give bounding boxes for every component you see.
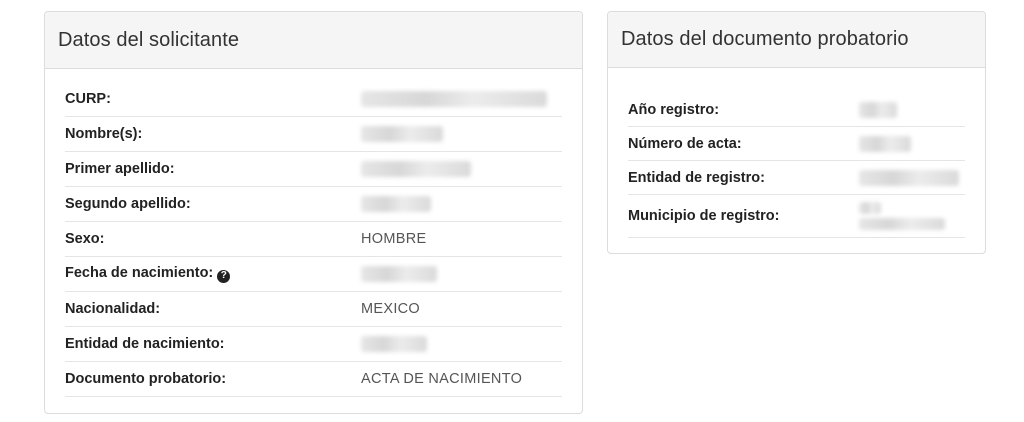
redacted-value — [859, 169, 959, 186]
redacted-value — [361, 336, 427, 353]
field-label-curp: CURP: — [65, 91, 111, 107]
field-row-documento-probatorio: Documento probatorio: ACTA DE NACIMIENTO — [65, 362, 562, 397]
field-row-segundo-apellido: Segundo apellido: — [65, 187, 562, 222]
field-label-documento-probatorio: Documento probatorio: — [65, 371, 227, 387]
redacted-value — [361, 266, 437, 283]
field-label-municipio-registro: Municipio de registro: — [628, 208, 780, 224]
documento-panel-title: Datos del documento probatorio — [608, 12, 985, 68]
redacted-value — [859, 101, 897, 118]
field-row-entidad-registro: Entidad de registro: — [628, 161, 965, 195]
field-value-segundo-apellido — [361, 196, 431, 213]
redacted-value — [859, 135, 911, 152]
field-value-nacionalidad: MEXICO — [361, 301, 420, 317]
field-value-entidad-registro — [859, 169, 959, 186]
field-value-entidad-nacimiento — [361, 336, 427, 353]
field-label-sexo: Sexo: — [65, 231, 105, 247]
redacted-value — [361, 161, 471, 178]
question-circle-icon[interactable]: ? — [217, 269, 231, 283]
field-row-sexo: Sexo: HOMBRE — [65, 222, 562, 257]
field-row-municipio-registro: Municipio de registro: — [628, 195, 965, 238]
field-row-numero-acta: Número de acta: — [628, 127, 965, 161]
solicitante-panel: Datos del solicitante CURP: Nombre(s): P… — [44, 11, 583, 414]
field-row-nombre: Nombre(s): — [65, 117, 562, 152]
redacted-value — [859, 218, 945, 230]
field-value-numero-acta — [859, 135, 911, 152]
field-row-fecha-nacimiento: Fecha de nacimiento:? — [65, 257, 562, 292]
field-label-numero-acta: Número de acta: — [628, 135, 742, 152]
field-value-municipio-registro — [859, 202, 945, 230]
field-row-entidad-nacimiento: Entidad de nacimiento: — [65, 327, 562, 362]
field-value-curp — [361, 91, 547, 108]
field-value-sexo: HOMBRE — [361, 231, 427, 247]
documento-panel: Datos del documento probatorio Año regis… — [607, 11, 986, 254]
solicitante-fields: CURP: Nombre(s): Primer apellido: Segund… — [45, 69, 582, 397]
field-label-ano-registro: Año registro: — [628, 101, 720, 118]
field-row-curp: CURP: — [65, 82, 562, 117]
field-label-primer-apellido: Primer apellido: — [65, 161, 175, 177]
field-label-fecha-nacimiento: Fecha de nacimiento:? — [65, 265, 361, 283]
field-label-fecha-nacimiento-text: Fecha de nacimiento: — [65, 265, 214, 282]
field-value-documento-probatorio: ACTA DE NACIMIENTO — [361, 371, 523, 387]
documento-fields: Año registro: Número de acta: Entidad de… — [608, 68, 985, 238]
redacted-value — [859, 202, 881, 214]
field-label-segundo-apellido: Segundo apellido: — [65, 196, 191, 212]
field-value-fecha-nacimiento — [361, 266, 437, 283]
field-row-nacionalidad: Nacionalidad: MEXICO — [65, 292, 562, 327]
field-value-ano-registro — [859, 101, 897, 118]
field-label-entidad-nacimiento: Entidad de nacimiento: — [65, 336, 225, 352]
field-row-primer-apellido: Primer apellido: — [65, 152, 562, 187]
solicitante-panel-title: Datos del solicitante — [45, 12, 582, 69]
redacted-value — [361, 196, 431, 213]
field-row-ano-registro: Año registro: — [628, 93, 965, 127]
redacted-value — [361, 126, 443, 143]
field-label-nombre: Nombre(s): — [65, 126, 143, 142]
field-label-nacionalidad: Nacionalidad: — [65, 301, 161, 317]
redacted-value — [361, 91, 547, 108]
field-value-nombre — [361, 126, 443, 143]
field-label-entidad-registro: Entidad de registro: — [628, 169, 765, 186]
field-value-primer-apellido — [361, 161, 471, 178]
